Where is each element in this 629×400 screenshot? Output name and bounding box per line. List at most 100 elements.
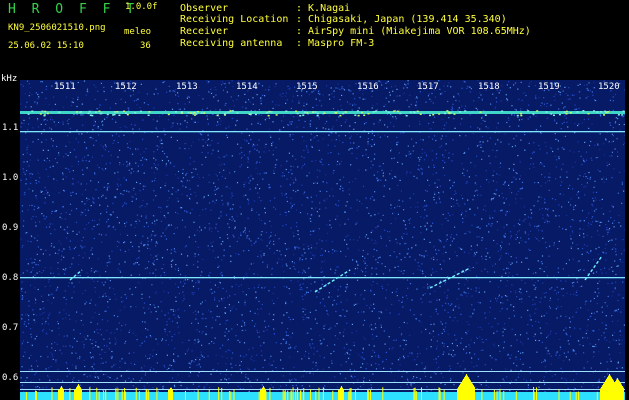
x-tick-label: 1515 — [296, 82, 318, 92]
spectrum-spike — [115, 388, 117, 400]
spectrum-spike — [89, 387, 91, 400]
app-title: H R O F F T — [8, 2, 139, 17]
spectrum-peak — [608, 375, 609, 400]
date-time: 25.06.02 15:10 — [8, 41, 84, 51]
spectrum-spike — [310, 389, 312, 400]
spectrum-peak — [81, 388, 82, 400]
x-tick-label: 1512 — [115, 82, 137, 92]
hrofft-window: H R O F F T 1.0.0f KN9_2506021510.png me… — [0, 0, 629, 400]
spectrum-spike — [233, 389, 235, 400]
count-value: 36 — [140, 41, 151, 51]
spectrum-peak — [469, 378, 470, 400]
spectrum-spike — [121, 390, 123, 400]
spectrum-spike — [332, 390, 334, 400]
spectrum-peak — [63, 389, 64, 400]
receiver-label: Receiver — [180, 26, 229, 37]
reference-line-3 — [20, 389, 625, 390]
spectrum-spike — [473, 389, 475, 400]
spectrum-peak — [622, 386, 623, 400]
spectrum-spike — [184, 390, 186, 400]
y-tick-label: 0.8 — [2, 273, 19, 283]
observer-value: : K.Nagai — [296, 3, 351, 14]
spectrum-spike — [413, 388, 415, 400]
spectrum-peak — [80, 387, 81, 400]
spectrum-peak — [609, 374, 610, 400]
x-tick-label: 1513 — [176, 82, 198, 92]
x-tick-label: 1511 — [54, 82, 76, 92]
spectrum-spike — [349, 388, 351, 400]
spectrum-peak — [263, 386, 264, 400]
spectrum-spike — [292, 387, 294, 400]
spectrum-spike — [533, 387, 535, 400]
spectrum-spike — [295, 390, 297, 400]
spectrum-spike — [105, 389, 107, 400]
carrier-line-0-8 — [20, 277, 625, 279]
spectrum-spike — [315, 391, 317, 400]
spectrum-spike — [290, 390, 292, 400]
spectrum-spike — [367, 389, 369, 400]
spectrum-peak — [458, 386, 459, 400]
y-tick-label: 0.6 — [2, 373, 19, 383]
spectrum-spike — [124, 388, 126, 400]
antenna-value: : Maspro FM-3 — [296, 38, 375, 49]
spectrum-peak — [600, 388, 601, 400]
spectrum-peak — [615, 381, 616, 400]
spectrum-peak — [468, 377, 469, 400]
spectrum-spike — [261, 388, 263, 400]
spectrum-peak — [616, 379, 617, 400]
app-version: 1.0.0f — [125, 2, 158, 12]
spectrum-spike — [228, 391, 230, 400]
spectrum-spike — [103, 390, 105, 400]
spectrum-spike — [218, 387, 220, 400]
spectrum-peak — [617, 378, 618, 400]
spectrum-spike — [415, 391, 417, 400]
reference-line-2 — [20, 382, 625, 383]
spectrum-peak — [341, 386, 342, 400]
spectrum-peak — [618, 379, 619, 400]
spectrum-peak — [342, 387, 343, 400]
spectrum-peak — [459, 385, 460, 400]
spectrum-spike — [299, 390, 301, 400]
noise-speckle — [20, 80, 625, 400]
spectrum-spike — [350, 387, 352, 400]
receiver-value: : AirSpy mini (Miakejima VOR 108.65MHz) — [296, 26, 531, 37]
spectrum-spike — [503, 390, 505, 400]
file-name: KN9_2506021510.png — [8, 23, 106, 33]
spectrum-spike — [69, 388, 71, 400]
spectrum-spike — [75, 391, 77, 400]
spectrum-spike — [368, 390, 370, 400]
spectrum-spike — [421, 387, 423, 400]
spectrum-peak — [61, 386, 62, 400]
spectrum-spike — [322, 387, 324, 400]
spectrum-peak — [462, 380, 463, 400]
spectrum-spike — [35, 390, 37, 400]
spectrum-spike — [318, 387, 320, 400]
spectrum-peak — [172, 389, 173, 400]
spectrum-spike — [481, 389, 483, 400]
spectrum-spike — [25, 391, 27, 400]
spectrum-peak — [601, 386, 602, 400]
spectrum-peak — [464, 377, 465, 400]
spectrum-peak — [168, 390, 169, 400]
spectrum-peak — [621, 384, 622, 400]
spectrum-spike — [439, 391, 441, 400]
spectrum-peak — [465, 375, 466, 400]
spectrum-spike — [282, 389, 284, 400]
spectrum-spike — [269, 387, 271, 400]
spectrum-peak — [472, 383, 473, 400]
spectrum-spike — [438, 387, 440, 400]
spectrum-spike — [414, 387, 416, 400]
spectrum-peak — [338, 390, 339, 400]
spectrum-spike — [619, 391, 621, 400]
spectrum-spike — [258, 391, 260, 400]
y-tick-label: 0.9 — [2, 223, 19, 233]
y-axis-unit: kHz — [1, 74, 18, 84]
spectrum-peak — [614, 382, 615, 400]
spectrum-peak — [612, 386, 613, 400]
spectrum-spike — [355, 390, 357, 400]
x-tick-label: 1519 — [538, 82, 560, 92]
x-tick-label: 1516 — [357, 82, 379, 92]
spectrum-peak — [461, 382, 462, 400]
spectrum-spike — [51, 387, 53, 400]
spectrum-peak — [60, 387, 61, 400]
